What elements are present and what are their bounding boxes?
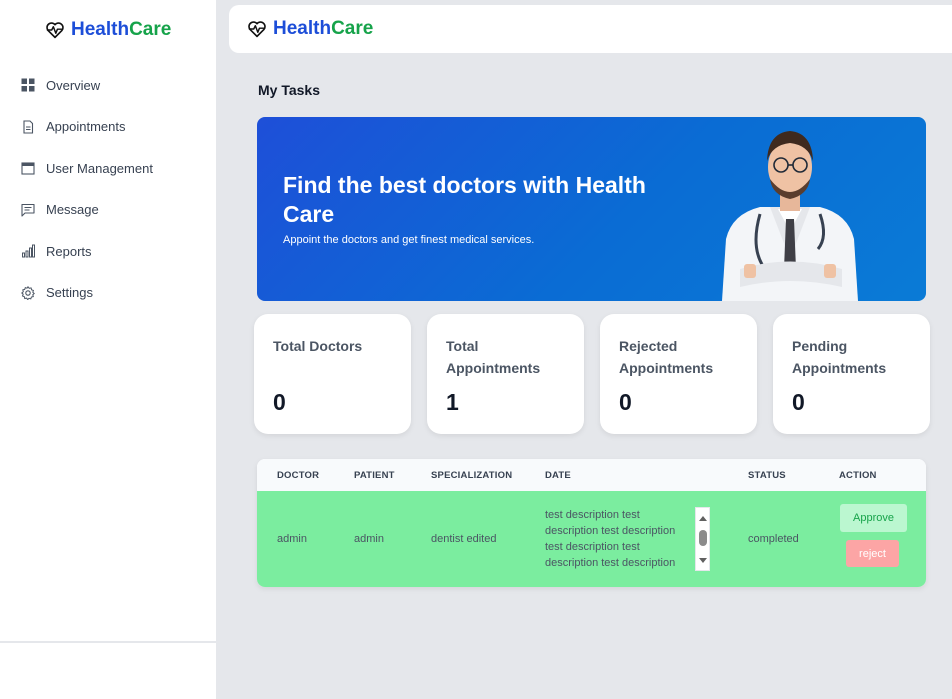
cell-doctor: admin	[277, 533, 307, 545]
column-header-patient: PATIENT	[354, 470, 395, 481]
hero-title: Find the best doctors with Health Care	[283, 172, 646, 227]
sidebar-item-label: Message	[46, 202, 99, 218]
sidebar-nav: Overview Appointments User Management Me…	[21, 74, 153, 324]
scroll-up-icon[interactable]	[699, 516, 707, 521]
heartbeat-icon	[46, 22, 64, 39]
date-scrollbar[interactable]	[695, 507, 710, 571]
sidebar-item-label: Reports	[46, 243, 92, 259]
top-bar: HealthCare	[229, 5, 952, 53]
table-row: admin admin dentist edited test descript…	[257, 491, 926, 587]
stat-label: Total Doctors	[273, 338, 363, 354]
calendar-icon	[21, 162, 35, 175]
reject-button[interactable]: reject	[846, 540, 899, 567]
gear-icon	[21, 285, 35, 300]
stat-card-rejected-appointments[interactable]: Rejected Appointments 0	[600, 314, 757, 434]
brand-part-2: Care	[129, 19, 172, 40]
stat-value: 0	[619, 389, 632, 415]
table-header: DOCTOR PATIENT SPECIALIZATION DATE STATU…	[257, 459, 926, 491]
sidebar-logo[interactable]: HealthCare	[45, 19, 171, 41]
sidebar-item-label: Settings	[46, 285, 93, 301]
sidebar: HealthCare Overview Appointments User Ma…	[0, 0, 216, 642]
stat-value: 0	[273, 389, 286, 415]
hero-banner: Find the best doctors with Health Care A…	[257, 117, 926, 301]
stat-label: Total Appointments	[446, 338, 541, 376]
cell-status: completed	[748, 533, 799, 545]
appointments-table: DOCTOR PATIENT SPECIALIZATION DATE STATU…	[257, 459, 926, 587]
sidebar-item-label: Overview	[46, 77, 101, 93]
page-title: My Tasks	[258, 82, 320, 98]
cell-specialization: dentist edited	[431, 533, 497, 545]
sidebar-item-overview[interactable]: Overview	[21, 74, 153, 96]
sidebar-item-message[interactable]: Message	[21, 199, 153, 221]
sidebar-item-label: User Management	[46, 160, 153, 176]
stat-label: Rejected Appointments	[619, 338, 714, 376]
sidebar-item-settings[interactable]: Settings	[21, 282, 153, 304]
hero-subtitle: Appoint the doctors and get finest medic…	[283, 234, 535, 246]
doctor-image	[722, 131, 858, 301]
brand-part-1: Health	[71, 19, 130, 40]
heartbeat-icon	[248, 21, 266, 38]
stat-card-total-doctors[interactable]: Total Doctors 0	[254, 314, 411, 434]
cell-patient: admin	[354, 533, 384, 545]
scroll-thumb[interactable]	[699, 530, 707, 546]
stat-label: Pending Appointments	[792, 338, 887, 376]
cell-date[interactable]: test description test description test d…	[545, 507, 710, 571]
scroll-down-icon[interactable]	[699, 558, 707, 563]
sidebar-footer	[0, 643, 216, 699]
column-header-action: ACTION	[839, 470, 877, 481]
sidebar-item-appointments[interactable]: Appointments	[21, 116, 153, 138]
stat-card-total-appointments[interactable]: Total Appointments 1	[427, 314, 584, 434]
sidebar-item-label: Appointments	[46, 119, 126, 135]
brand-part-1: Health	[273, 18, 332, 39]
date-text: test description test description test d…	[545, 509, 676, 569]
column-header-specialization: SPECIALIZATION	[431, 470, 513, 481]
sidebar-item-user-management[interactable]: User Management	[21, 157, 153, 179]
grid-icon	[21, 78, 35, 92]
document-icon	[23, 120, 34, 134]
sidebar-item-reports[interactable]: Reports	[21, 240, 153, 262]
stat-card-pending-appointments[interactable]: Pending Appointments 0	[773, 314, 930, 434]
column-header-status: STATUS	[748, 470, 786, 481]
topbar-logo[interactable]: HealthCare	[247, 18, 373, 40]
column-header-date: DATE	[545, 470, 571, 481]
stat-value: 0	[792, 389, 805, 415]
column-header-doctor: DOCTOR	[277, 470, 320, 481]
stat-value: 1	[446, 389, 459, 415]
brand-part-2: Care	[331, 18, 374, 39]
message-icon	[21, 203, 35, 217]
bar-chart-icon	[22, 244, 35, 258]
approve-button[interactable]: Approve	[840, 504, 907, 532]
